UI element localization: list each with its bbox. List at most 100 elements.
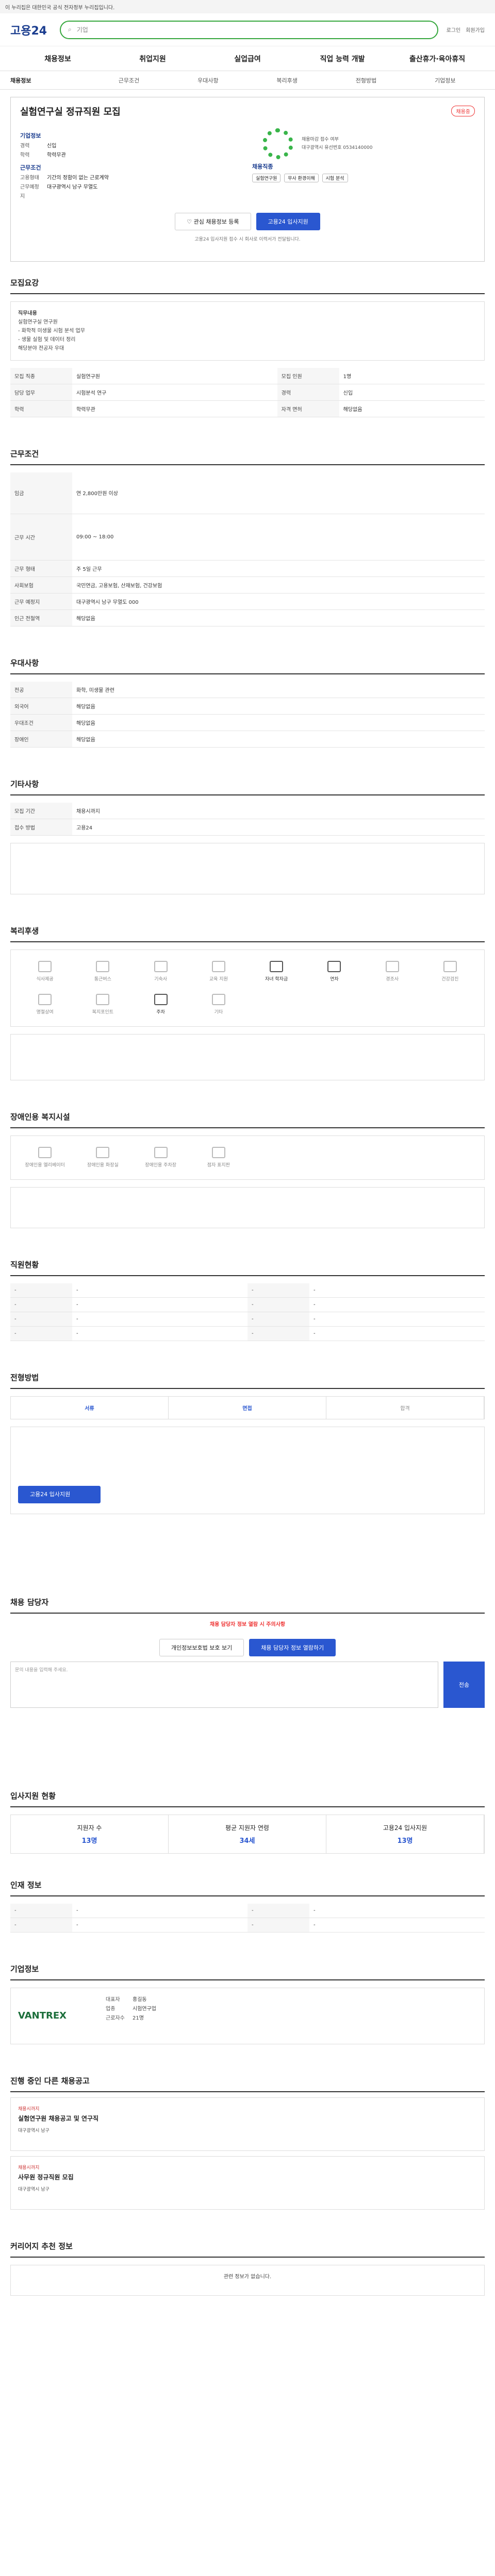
- nav-item[interactable]: 출산휴가·육아휴직: [390, 54, 485, 64]
- tab-item[interactable]: 전형방법: [326, 76, 405, 84]
- facility-icon: [96, 961, 110, 972]
- note-section: 커리어지 추천 정보 관련 정보가 없습니다.: [10, 2241, 485, 2296]
- other-jobs-section: 진행 중인 다른 채용공고 채용시까지 실험연구원 채용공고 및 연구직 대구광역시…: [10, 2075, 485, 2210]
- tab-item[interactable]: 채용정보: [10, 76, 89, 84]
- etc-section: 기타사항 모집 기간 채용시까지 접수 방법 고용24: [10, 778, 485, 894]
- job-type-label: 채용직종: [252, 163, 273, 170]
- facility-label: 경조사: [386, 977, 399, 982]
- status-section: 입사지원 현황 지원자 수 13명 평균 지원자 연령 34세 고용24 입사지원 1…: [10, 1790, 485, 1854]
- nav-item[interactable]: 채용정보: [10, 54, 105, 64]
- facility-label: 장애인용 주차장: [145, 1163, 177, 1168]
- search-input[interactable]: ⌕ 기업: [60, 20, 438, 39]
- nav-item[interactable]: 취업지원: [105, 54, 200, 64]
- facility-item: 교육 지원: [190, 955, 248, 988]
- facility-label: 연차: [330, 977, 339, 982]
- job-description: 직무내용 실험연구실 연구원 - 화학적 미생물 시험 분석 업무 - 생물 실…: [10, 301, 485, 361]
- disabled-box: [10, 1187, 485, 1228]
- company-table: ---- ---- ---- ----: [10, 1283, 485, 1341]
- corp-section: 기업정보 VANTREX 대표자 홍길동 업종 시험연구업 근로자수 21명: [10, 1963, 485, 2044]
- pref-section: 우대사항 전공 화학, 미생물 관련 외국어 해당없음 우대조건 해당없음 장애인 해당…: [10, 657, 485, 748]
- signup-link[interactable]: 회원가입: [466, 26, 485, 33]
- facility-item: 통근버스: [74, 955, 131, 988]
- facility-icon: [154, 1147, 168, 1158]
- facility-label: 건강검진: [441, 977, 459, 982]
- facility-label: 명절상여: [36, 1010, 54, 1015]
- job-card[interactable]: 채용시까지 실험연구원 채용공고 및 연구직 대구광역시 남구: [10, 2097, 485, 2151]
- apply-note: 고용24 입사지원 접수 시 회사로 이력서가 전달됩니다.: [194, 237, 301, 242]
- job-card[interactable]: 채용시까지 사무원 정규직원 모집 대구광역시 남구: [10, 2156, 485, 2210]
- facility-icon: [385, 961, 399, 972]
- facility-icon: [96, 1147, 110, 1158]
- etc-table: 모집 기간 채용시까지 접수 방법 고용24: [10, 802, 485, 836]
- company-section: 직원현황 ---- ---- ---- ----: [10, 1259, 485, 1341]
- facility-label: 통근버스: [94, 977, 111, 982]
- note-box: 관련 정보가 없습니다.: [10, 2264, 485, 2296]
- tab-item[interactable]: 근무조건: [89, 76, 168, 84]
- apply-button[interactable]: 고용24 입사지원: [256, 213, 320, 230]
- facility-label: 복지포인트: [92, 1010, 114, 1015]
- pref-table: 전공 화학, 미생물 관련 외국어 해당없음 우대조건 해당없음 장애인 해당없음: [10, 681, 485, 748]
- facility-label: 장애인용 엘리베이터: [25, 1163, 65, 1168]
- contact-section: 채용 담당자 채용 담당자 정보 열람 시 주의사항 개인정보보호법 보호 보기…: [10, 1597, 485, 1708]
- work-table: 임금 연 2,800만원 이상 근무 시간 09:00 ~ 18:00 근무 형태 주…: [10, 472, 485, 626]
- header: 고용24 ⌕ 기업 로그인 회원가입: [0, 13, 495, 46]
- facility-icon: [443, 961, 457, 972]
- tab-item[interactable]: 우대사항: [169, 76, 248, 84]
- privacy-button[interactable]: 개인정보보호법 보호 보기: [159, 1638, 244, 1656]
- welfare-section: 복리후생 식사제공 통근버스 기숙사 교육 지원 자녀 학자금 연차 경조사 건강검진 명절상여…: [10, 925, 485, 1080]
- company-label: 기업정보: [20, 132, 41, 139]
- search-icon: ⌕: [68, 26, 72, 33]
- facility-icon: [96, 994, 110, 1005]
- facility-item: 식사제공: [16, 955, 74, 988]
- facility-item: 경조사: [364, 955, 421, 988]
- interest-button[interactable]: ♡ 관심 채용정보 등록: [175, 213, 251, 230]
- facility-item: 복지포인트: [74, 988, 131, 1021]
- apply-button-2[interactable]: 고용24 입사지원: [18, 1485, 101, 1503]
- inquiry-textarea[interactable]: 문의 내용을 입력해 주세요.: [10, 1661, 438, 1708]
- facility-icon: [154, 994, 168, 1005]
- facility-icon: [211, 994, 225, 1005]
- recruit-table: 모집 직종 실험연구원 모집 인원 1명 담당 업무 시험분석 연구 경력 신입 학력 학력무…: [10, 368, 485, 417]
- view-contact-button[interactable]: 채용 담당자 정보 열람하기: [249, 1638, 336, 1656]
- facility-item: 장애인용 주차장: [132, 1141, 190, 1174]
- facility-icon: [154, 961, 168, 972]
- corp-box: VANTREX 대표자 홍길동 업종 시험연구업 근로자수 21명: [10, 1987, 485, 2044]
- process-section: 전형방법 서류 면접 합격 고용24 입사지원: [10, 1372, 485, 1514]
- facility-item: 장애인용 엘리베이터: [16, 1141, 74, 1174]
- loading-spinner-icon: [262, 128, 293, 159]
- facility-item: 명절상여: [16, 988, 74, 1021]
- facility-label: 자녀 학자금: [265, 977, 288, 982]
- facility-item: 장애인용 화장실: [74, 1141, 131, 1174]
- facility-label: 식사제공: [36, 977, 54, 982]
- facility-icon: [38, 961, 52, 972]
- facility-icon: [38, 994, 52, 1005]
- process-box: 고용24 입사지원: [10, 1426, 485, 1514]
- gov-banner: 이 누리집은 대한민국 공식 전자정부 누리집입니다.: [0, 0, 495, 13]
- process-step: 서류: [11, 1396, 169, 1419]
- facility-item: 점자 표지판: [190, 1141, 248, 1174]
- facility-item: 기타: [190, 988, 248, 1021]
- job-chip: 시험 분석: [322, 174, 348, 182]
- job-chip: 무사 환경이해: [284, 174, 319, 182]
- facility-icon: [327, 961, 341, 972]
- facility-label: 점자 표지판: [207, 1163, 230, 1168]
- recruit-section: 모집요강 직무내용 실험연구실 연구원 - 화학적 미생물 시험 분석 업무 -…: [10, 277, 485, 417]
- site-logo[interactable]: 고용24: [10, 22, 52, 38]
- facility-label: 장애인용 화장실: [87, 1163, 119, 1168]
- nav-item[interactable]: 직업 능력 개발: [295, 54, 390, 64]
- facility-label: 기타: [214, 1010, 223, 1015]
- tab-item[interactable]: 복리후생: [248, 76, 326, 84]
- facility-item: 건강검진: [421, 955, 479, 988]
- facility-label: 주차: [156, 1010, 165, 1015]
- facility-icon: [270, 961, 284, 972]
- info-table: ---- ----: [10, 1903, 485, 1933]
- tab-item[interactable]: 기업정보: [406, 76, 485, 84]
- nav-item[interactable]: 실업급여: [200, 54, 295, 64]
- work-label: 근무조건: [20, 164, 41, 171]
- job-chip: 실험연구원: [252, 174, 281, 182]
- apply-stats: 지원자 수 13명 평균 지원자 연령 34세 고용24 입사지원 13명: [10, 1814, 485, 1854]
- disabled-grid: 장애인용 엘리베이터 장애인용 화장실 장애인용 주차장 점자 표지판: [10, 1135, 485, 1180]
- corp-logo: VANTREX: [18, 2010, 67, 2021]
- send-button[interactable]: 전송: [443, 1661, 485, 1708]
- login-link[interactable]: 로그인: [447, 26, 461, 33]
